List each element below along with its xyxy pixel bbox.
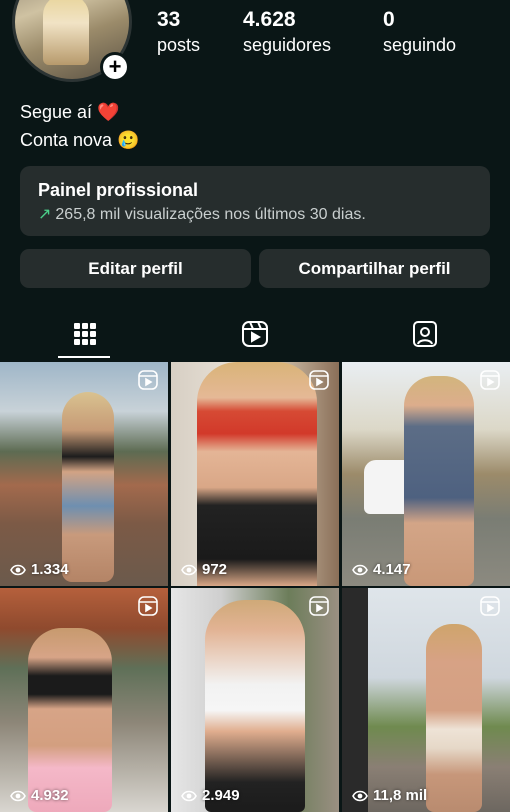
plus-icon: + — [103, 55, 127, 79]
edit-profile-button[interactable]: Editar perfil — [20, 249, 251, 288]
professional-dashboard[interactable]: Painel profissional ↗ 265,8 mil visualiza… — [20, 166, 490, 236]
reel-icon — [480, 370, 500, 390]
view-count: 1.334 — [10, 561, 69, 578]
view-count-value: 4.932 — [31, 787, 69, 804]
followers-count[interactable]: 4.628 seguidores — [243, 6, 331, 56]
tagged-icon — [413, 321, 437, 347]
reel-icon — [138, 370, 158, 390]
eye-icon — [181, 564, 197, 575]
reel-icon — [309, 596, 329, 616]
trending-up-icon: ↗ — [38, 206, 52, 223]
post-figure — [28, 628, 112, 812]
posts-count-label: posts — [157, 35, 201, 55]
bio-line: Segue aí ❤️ — [20, 102, 120, 122]
tab-tagged[interactable] — [340, 310, 510, 358]
post-figure — [62, 392, 114, 582]
reel-icon — [480, 596, 500, 616]
add-story-button[interactable]: + — [100, 52, 130, 82]
posts-count[interactable]: 33 posts — [157, 6, 200, 56]
post-figure — [426, 624, 482, 812]
view-count-value: 2.949 — [202, 787, 240, 804]
share-profile-button[interactable]: Compartilhar perfil — [259, 249, 490, 288]
tab-reels[interactable] — [170, 310, 340, 358]
post-figure — [205, 600, 305, 812]
view-count: 4.147 — [352, 561, 411, 578]
reel-icon — [138, 596, 158, 616]
avatar-photo — [43, 0, 89, 65]
profile-tabs — [0, 310, 510, 360]
followers-count-label: seguidores — [243, 35, 332, 55]
tab-posts-grid[interactable] — [0, 310, 170, 358]
eye-icon — [352, 564, 368, 575]
view-count: 4.932 — [10, 787, 69, 804]
view-count: 2.949 — [181, 787, 240, 804]
post-door — [342, 588, 368, 812]
reel-icon — [309, 370, 329, 390]
post-figure — [197, 362, 317, 586]
profile-avatar[interactable]: + — [12, 0, 134, 84]
grid-icon — [74, 323, 96, 345]
post-thumbnail[interactable]: 4.932 — [0, 588, 168, 812]
view-count-value: 1.334 — [31, 561, 69, 578]
post-figure — [404, 376, 474, 586]
eye-icon — [10, 564, 26, 575]
reels-icon — [242, 321, 268, 347]
post-thumbnail[interactable]: 972 — [171, 362, 339, 586]
view-count-value: 4.147 — [373, 561, 411, 578]
profile-bio: Segue aí ❤️ Conta nova 🥲 — [20, 98, 139, 154]
panel-subtitle-row: ↗ 265,8 mil visualizações nos últimos 30 … — [38, 204, 472, 226]
view-count-value: 972 — [202, 561, 228, 578]
panel-subtitle: 265,8 mil visualizações nos últimos 30 d… — [55, 206, 366, 223]
following-count-value: 0 — [383, 8, 395, 31]
view-count: 972 — [181, 561, 227, 578]
following-count[interactable]: 0 seguindo — [383, 6, 456, 56]
view-count-value: 11,8 mil — [373, 787, 428, 804]
post-thumbnail[interactable]: 4.147 — [342, 362, 510, 586]
following-count-label: seguindo — [383, 35, 457, 55]
followers-count-value: 4.628 — [243, 8, 296, 31]
bio-line: Conta nova 🥲 — [20, 130, 140, 150]
panel-title: Painel profissional — [38, 180, 199, 200]
view-count: 11,8 mil — [352, 787, 427, 804]
post-thumbnail[interactable]: 11,8 mil — [342, 588, 510, 812]
post-thumbnail[interactable]: 1.334 — [0, 362, 168, 586]
post-thumbnail[interactable]: 2.949 — [171, 588, 339, 812]
posts-count-value: 33 — [157, 8, 181, 31]
